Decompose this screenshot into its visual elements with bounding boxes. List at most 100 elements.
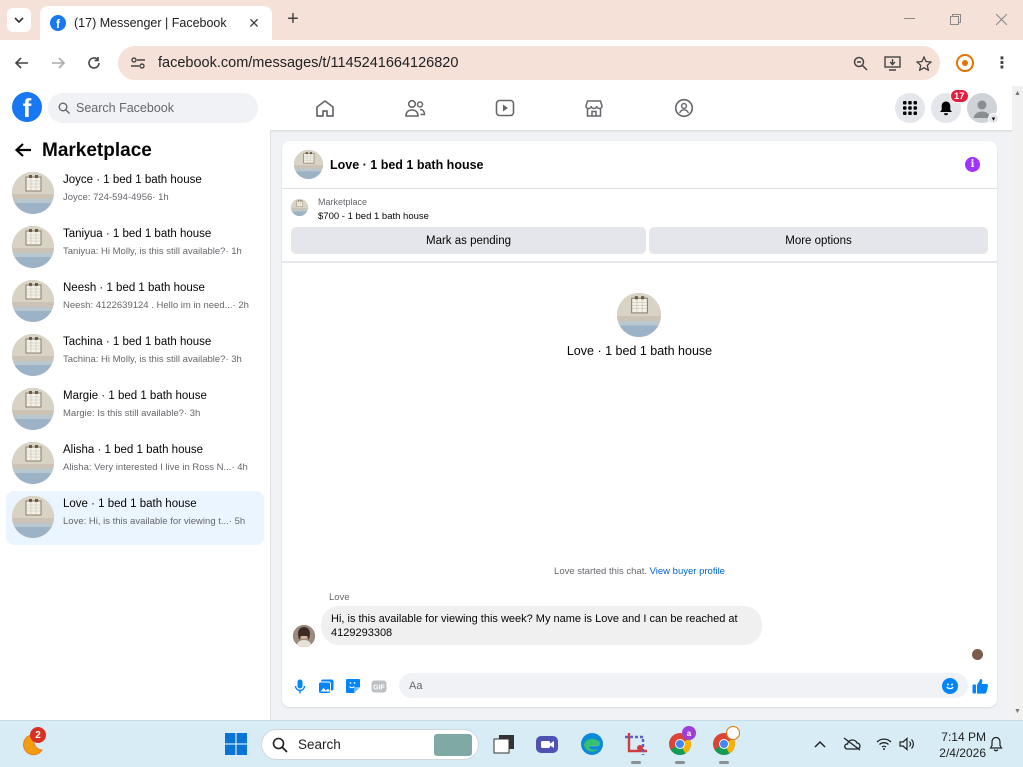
zoom-button[interactable] [844, 52, 876, 74]
back-button[interactable] [10, 51, 34, 75]
message-input[interactable]: Aa [399, 673, 968, 698]
meet-app[interactable] [534, 731, 560, 757]
conversation-snippet: Love: Hi, is this available for viewing … [63, 516, 229, 527]
conversation-name: Joyce · 1 bed 1 bath house [63, 174, 202, 186]
conversation-snippet-row: Taniyua: Hi Molly, is this still availab… [63, 246, 242, 257]
taskbar-search[interactable]: Search [261, 729, 479, 760]
search-icon [272, 737, 288, 753]
mark-as-pending-button[interactable]: Mark as pending [291, 227, 646, 254]
zoom-out-icon [853, 56, 868, 71]
tab-search-button[interactable] [7, 8, 31, 32]
conversation-snippet-row: Neesh: 4122639124 . Hello im in need...·… [63, 300, 249, 311]
snipping-tool-icon [625, 733, 647, 755]
url-text: facebook.com/messages/t/1145241664126820 [158, 55, 459, 71]
start-button[interactable] [223, 731, 249, 757]
onedrive-status[interactable] [842, 734, 862, 754]
task-view-button[interactable] [491, 731, 517, 757]
conversation-thumbnail [12, 334, 54, 376]
browser-profile-icon[interactable] [956, 54, 974, 72]
close-window-button[interactable] [986, 8, 1016, 30]
menu-button[interactable] [895, 93, 925, 123]
home-icon [316, 99, 334, 117]
install-icon [883, 55, 901, 71]
gif-button[interactable]: GIF [370, 677, 388, 695]
message-bubble[interactable]: Hi, is this available for viewing this w… [321, 606, 762, 645]
friends-icon [405, 99, 426, 117]
send-like-button[interactable] [971, 677, 989, 695]
minimize-button[interactable] [894, 8, 924, 30]
conversation-item[interactable]: Margie · 1 bed 1 bath house Margie: Is th… [6, 383, 264, 437]
facebook-logo-icon[interactable]: f [12, 92, 42, 122]
conversation-item[interactable]: Taniyua · 1 bed 1 bath house Taniyua: Hi … [6, 221, 264, 275]
tab-close-icon[interactable]: ✕ [246, 15, 262, 32]
account-chevron-icon[interactable]: ▾ [988, 113, 999, 124]
wifi-status[interactable] [874, 734, 894, 754]
edge-browser[interactable] [579, 731, 605, 757]
nav-video[interactable] [493, 96, 517, 120]
browser-toolbar: facebook.com/messages/t/1145241664126820… [0, 40, 1023, 86]
running-indicator [631, 761, 641, 764]
task-view-icon [493, 735, 514, 754]
browser-menu-icon[interactable]: ⋮ [994, 52, 1010, 74]
forward-button[interactable] [46, 51, 70, 75]
voice-clip-button[interactable] [291, 677, 309, 695]
listing-thumbnail[interactable] [291, 199, 308, 216]
windows-taskbar: 2 Search a 7:14 PM 2/4/2026 [0, 720, 1023, 767]
conversation-item[interactable]: Love · 1 bed 1 bath house Love: Hi, is th… [6, 491, 264, 545]
address-bar[interactable]: facebook.com/messages/t/1145241664126820 [118, 46, 940, 80]
restore-button[interactable] [940, 8, 970, 30]
conversation-time: · 2h [232, 300, 249, 311]
site-info-icon[interactable] [128, 54, 148, 72]
video-camera-icon [536, 736, 558, 753]
scroll-down-icon[interactable]: ▼ [1014, 708, 1021, 715]
new-tab-button[interactable]: + [282, 8, 304, 30]
chat-avatar[interactable] [294, 150, 323, 179]
conversation-name: Neesh · 1 bed 1 bath house [63, 282, 205, 294]
chrome-profile-badge-icon [726, 726, 740, 740]
chat-title[interactable]: Love · 1 bed 1 bath house [330, 158, 484, 172]
windows-logo-icon [225, 733, 247, 755]
view-buyer-profile-link[interactable]: View buyer profile [650, 566, 725, 577]
conversation-item[interactable]: Neesh · 1 bed 1 bath house Neesh: 4122639… [6, 275, 264, 329]
marketplace-icon [585, 99, 603, 117]
emoji-icon[interactable] [942, 677, 958, 694]
nav-home[interactable] [313, 96, 337, 120]
facebook-header: f Search Facebook 17 ▾ [0, 86, 1012, 130]
facebook-search-input[interactable]: Search Facebook [48, 93, 258, 123]
sticker-icon [346, 679, 360, 693]
scroll-up-icon[interactable]: ▲ [1014, 90, 1021, 97]
chat-started-notice: Love started this chat. View buyer profi… [282, 566, 997, 577]
page-scrollbar[interactable]: ▲ ▼ [1012, 86, 1023, 720]
nav-marketplace[interactable] [582, 96, 606, 120]
chat-panel: Love · 1 bed 1 bath house i Marketplace … [282, 141, 997, 707]
nav-groups[interactable] [672, 96, 696, 120]
info-icon[interactable]: i [965, 157, 980, 172]
conversation-item[interactable]: Alisha · 1 bed 1 bath house Alisha: Very … [6, 437, 264, 491]
sender-avatar[interactable] [293, 625, 315, 647]
conversation-item[interactable]: Joyce · 1 bed 1 bath house Joyce: 724-594… [6, 167, 264, 221]
conversation-snippet-row: Alisha: Very interested I live in Ross N… [63, 462, 248, 473]
wifi-icon [876, 738, 892, 750]
edge-icon [581, 733, 603, 755]
attach-photo-button[interactable] [317, 677, 335, 695]
nav-friends[interactable] [403, 96, 427, 120]
notification-center-button[interactable] [986, 734, 1006, 754]
message-text-line-1: Hi, is this available for viewing this w… [331, 613, 738, 625]
more-options-button[interactable]: More options [649, 227, 988, 254]
show-hidden-icons-button[interactable] [810, 734, 830, 754]
chat-intro-avatar[interactable] [617, 293, 661, 337]
volume-status[interactable] [897, 734, 917, 754]
reload-button[interactable] [82, 51, 106, 75]
conversation-snippet: Joyce: 724-594-4956 [63, 192, 153, 203]
conversation-item[interactable]: Tachina · 1 bed 1 bath house Tachina: Hi … [6, 329, 264, 383]
sticker-button[interactable] [344, 677, 362, 695]
browser-tab[interactable]: f (17) Messenger | Facebook ✕ [40, 6, 272, 40]
snipping-tool[interactable] [623, 731, 649, 757]
listing-bar: Marketplace $700 - 1 bed 1 bath house Ma… [282, 190, 997, 263]
listing-price[interactable]: $700 - 1 bed 1 bath house [318, 211, 429, 222]
bookmark-button[interactable] [908, 52, 940, 74]
install-app-button[interactable] [876, 52, 908, 74]
conversation-time: · 1h [152, 192, 169, 203]
back-arrow-icon[interactable] [14, 142, 34, 160]
system-clock[interactable]: 7:14 PM 2/4/2026 [928, 729, 986, 761]
